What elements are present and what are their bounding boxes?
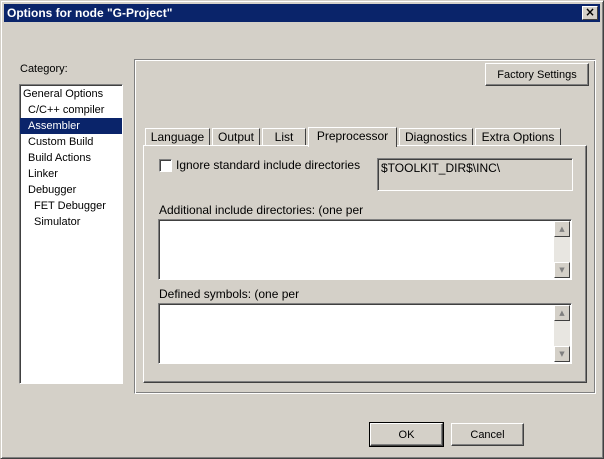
additional-include-label: Additional include directories: (one per: [159, 203, 364, 217]
defined-symbols-label: Defined symbols: (one per: [159, 287, 300, 301]
cancel-button[interactable]: Cancel: [451, 423, 524, 446]
scroll-down-icon[interactable]: ▼: [554, 262, 570, 278]
category-item-general-options[interactable]: General Options: [20, 86, 122, 102]
category-item-build-actions[interactable]: Build Actions: [20, 150, 122, 166]
additional-include-scrollbar[interactable]: ▲ ▼: [554, 221, 570, 278]
toolkit-include-path: $TOOLKIT_DIR$\INC\: [377, 158, 573, 191]
tab-preprocessor[interactable]: Preprocessor: [308, 127, 397, 147]
tab-diagnostics[interactable]: Diagnostics: [399, 128, 473, 146]
category-item-c-cpp-compiler[interactable]: C/C++ compiler: [20, 102, 122, 118]
scroll-up-icon[interactable]: ▲: [554, 305, 570, 321]
scroll-up-icon[interactable]: ▲: [554, 221, 570, 237]
tab-extra-options[interactable]: Extra Options: [475, 128, 561, 146]
category-item-simulator[interactable]: Simulator: [20, 214, 122, 230]
ignore-include-checkbox[interactable]: [159, 159, 172, 172]
category-item-custom-build[interactable]: Custom Build: [20, 134, 122, 150]
window-title: Options for node "G-Project": [7, 6, 173, 20]
category-list[interactable]: General Options C/C++ compiler Assembler…: [19, 84, 123, 384]
factory-settings-button[interactable]: Factory Settings: [485, 63, 589, 86]
close-button[interactable]: ×: [582, 6, 598, 20]
defined-symbols-textarea[interactable]: ▲ ▼: [158, 303, 572, 364]
scroll-down-icon[interactable]: ▼: [554, 346, 570, 362]
title-bar[interactable]: Options for node "G-Project" ×: [4, 4, 600, 22]
tab-output[interactable]: Output: [212, 128, 260, 146]
options-dialog: Options for node "G-Project" × Category:…: [0, 0, 604, 459]
category-item-linker[interactable]: Linker: [20, 166, 122, 182]
tab-language[interactable]: Language: [145, 128, 210, 146]
category-label: Category:: [20, 63, 68, 75]
additional-include-textarea[interactable]: ▲ ▼: [158, 219, 572, 280]
category-item-assembler[interactable]: Assembler: [20, 118, 122, 134]
defined-symbols-scrollbar[interactable]: ▲ ▼: [554, 305, 570, 362]
close-icon: ×: [584, 5, 596, 19]
ok-button[interactable]: OK: [369, 422, 444, 447]
category-item-debugger[interactable]: Debugger: [20, 182, 122, 198]
ignore-include-label[interactable]: Ignore standard include directories: [176, 158, 360, 172]
category-item-fet-debugger[interactable]: FET Debugger: [20, 198, 122, 214]
tab-list[interactable]: List: [262, 128, 306, 146]
